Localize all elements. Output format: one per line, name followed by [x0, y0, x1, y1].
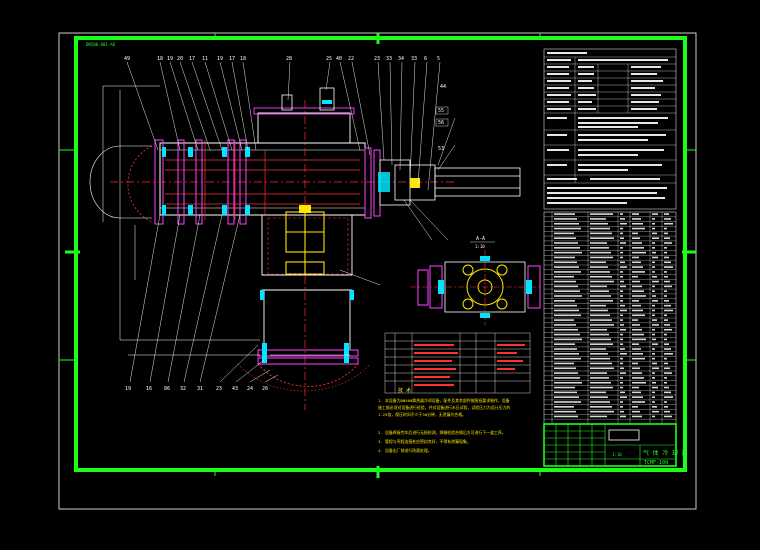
part-number: 23	[374, 56, 380, 62]
part-number: 49	[124, 56, 130, 62]
part-number: 19	[167, 56, 173, 62]
part-number: 31	[197, 386, 203, 392]
notes-heading: 技 术	[398, 387, 411, 394]
note-line: 3. 管程与壳程连接处应密封良好，不得有渗漏现象。	[378, 439, 471, 444]
part-number: 56	[438, 120, 444, 126]
drawing-title: 气 体 冷 却 器	[643, 449, 687, 457]
part-number: 17	[189, 56, 195, 62]
part-number: 18	[157, 56, 163, 62]
part-number: 24	[247, 386, 253, 392]
part-number: 33	[411, 56, 417, 62]
part-number: 17	[229, 56, 235, 62]
note-line: 1.25倍，保压时间不少于30分钟，无泄漏为合格。	[378, 412, 466, 417]
bottom-part-numbers: 19 16 86 32 31 23 43 24 26	[125, 386, 268, 392]
bill-of-materials	[543, 211, 677, 425]
note-line: 2. 设备焊接完毕后进行无损检测，焊缝检验合格后方可进行下一道工序。	[378, 430, 506, 435]
part-number: 23	[216, 386, 222, 392]
part-number: 43	[232, 386, 238, 392]
section-scale: 1:10	[475, 244, 485, 249]
part-number: 6	[424, 56, 427, 62]
section-view: A-A 1:10	[410, 236, 541, 325]
section-label: A-A	[476, 236, 485, 242]
top-part-numbers: 49 18 19 20 17 11 19 17 18 28 25 40 22 2…	[124, 56, 440, 62]
part-number: 16	[146, 386, 152, 392]
part-number: 19	[125, 386, 131, 392]
part-number: 18	[240, 56, 246, 62]
part-number: 53	[438, 146, 444, 152]
spec-table	[543, 48, 677, 210]
part-number: 5	[437, 56, 440, 62]
part-number: 34	[398, 56, 404, 62]
cad-drawing-sheet: DN500-001-A0 49 18 19 20 17 11 19 17 18 …	[58, 32, 697, 510]
outer-frame	[58, 32, 697, 510]
part-number: 25	[326, 56, 332, 62]
part-number: 20	[177, 56, 183, 62]
part-number: 26	[262, 386, 268, 392]
part-number: 28	[286, 56, 292, 62]
part-number: 19	[217, 56, 223, 62]
note-line: 4. 设备出厂前进行防腐处理。	[378, 448, 432, 453]
drawing-scale: 1:10	[612, 452, 622, 457]
note-line: 施工前必须对设备进行检验，并对设备进行水压试验，试验压力为设计压力的	[378, 405, 510, 410]
part-number: 55	[438, 108, 444, 114]
part-number: 40	[336, 56, 342, 62]
part-number: 44	[440, 84, 446, 90]
nozzle-table	[384, 332, 531, 394]
part-number: 22	[348, 56, 354, 62]
part-number: 11	[202, 56, 208, 62]
part-number: 33	[386, 56, 392, 62]
part-number: 32	[180, 386, 186, 392]
title-block: 气 体 冷 却 器 TCMF-100 1:10	[543, 423, 687, 467]
frame-tag: DN500-001-A0	[86, 42, 115, 47]
drawing-number: TCMF-100	[644, 460, 668, 466]
part-number: 86	[164, 386, 170, 392]
note-line: 1. 本设备为DN500换热器冷却设备，配件及其余部件按图纸要求制作，设备	[378, 398, 510, 403]
technical-notes: 技 术 1. 本设备为DN500换热器冷却设备，配件及其余部件按图纸要求制作，设…	[378, 387, 510, 453]
